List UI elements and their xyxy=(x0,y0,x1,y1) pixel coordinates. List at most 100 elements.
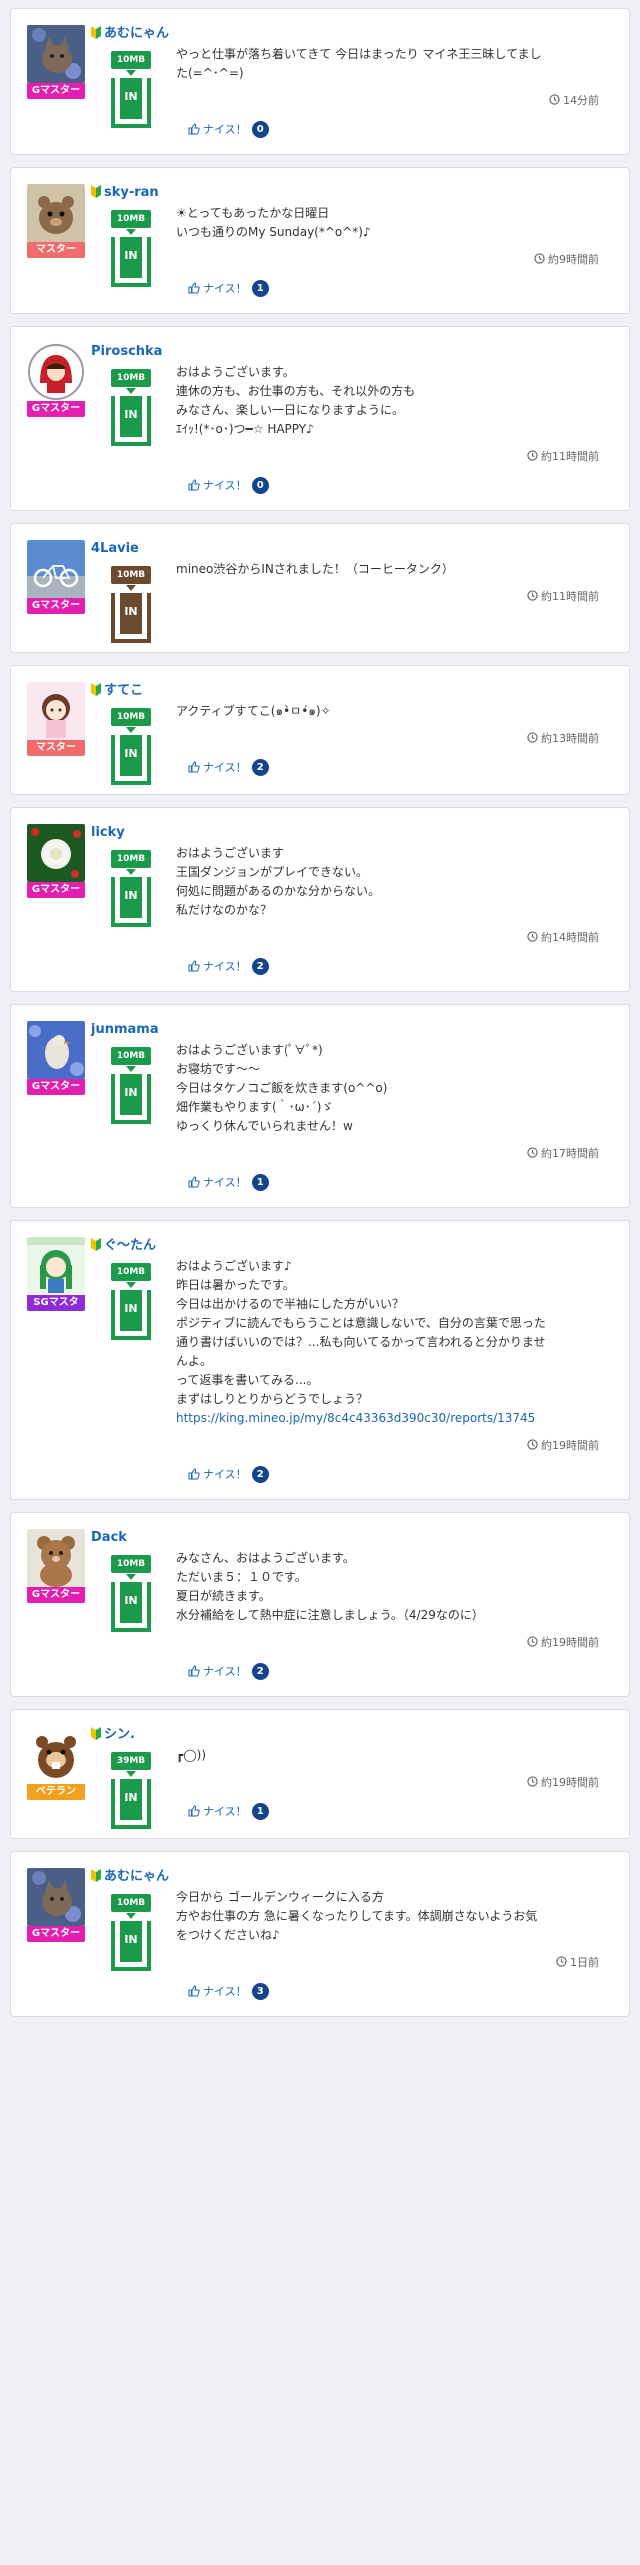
nice-button[interactable]: ナイス！ 1 xyxy=(188,1802,269,1820)
post-text-line: みなさん、楽しい一日になりますように。 xyxy=(176,403,405,417)
nice-button[interactable]: ナイス！ 2 xyxy=(188,957,269,975)
user-avatar[interactable] xyxy=(27,1237,85,1295)
post-body: やっと仕事が落ち着いてきて 今日はまったり マイネ王三昧してまし た(=^･^=)… xyxy=(176,25,599,110)
post-timestamp: 約17時間前 xyxy=(176,1144,599,1163)
username-text[interactable]: licky xyxy=(91,825,125,840)
user-avatar[interactable] xyxy=(27,824,85,882)
thumbs-up-icon xyxy=(188,1665,200,1677)
post-timestamp-text: 約19時間前 xyxy=(541,1776,599,1789)
thumbs-up-icon xyxy=(188,1985,200,1997)
post-timestamp-text: 1日前 xyxy=(570,1956,599,1969)
username-text[interactable]: すてこ xyxy=(104,683,143,698)
tank-arrow-icon xyxy=(126,1574,136,1580)
nice-button[interactable]: ナイス！ 2 xyxy=(188,1465,269,1483)
beginner-mark-icon xyxy=(91,26,101,39)
username-text[interactable]: ぐ〜たん xyxy=(104,1238,156,1253)
post-text-line: 畑作業もやります(｀･ω･´)ゞ xyxy=(176,1100,334,1114)
post-timestamp-text: 約19時間前 xyxy=(541,1439,599,1452)
user-avatar[interactable] xyxy=(27,1868,85,1926)
user-avatar[interactable] xyxy=(27,1529,85,1587)
rank-badge: Gマスター xyxy=(27,83,85,99)
username-link[interactable]: ぐ〜たん xyxy=(91,1237,156,1255)
tank-widget: 10MB IN xyxy=(111,566,151,643)
username-link[interactable]: licky xyxy=(91,824,125,842)
nice-button[interactable]: ナイス！ 1 xyxy=(188,1173,269,1191)
user-avatar[interactable] xyxy=(27,1726,85,1784)
beginner-mark-icon xyxy=(91,1869,101,1882)
username-text[interactable]: あむにゃん xyxy=(104,26,169,41)
username-link[interactable]: Piroschka xyxy=(91,343,162,361)
post-text-line: ただいま５：１０です。 xyxy=(176,1570,307,1584)
beginner-mark-icon xyxy=(91,1727,101,1740)
post-timestamp: 約19時間前 xyxy=(176,1633,599,1652)
post-body: ┏◯)) 約19時間前 xyxy=(176,1726,599,1792)
post-text-line: お寝坊です〜〜 xyxy=(176,1062,261,1076)
user-avatar[interactable] xyxy=(27,540,85,598)
username-link[interactable]: すてこ xyxy=(91,682,143,700)
tank-box: IN xyxy=(111,396,151,446)
username-link[interactable]: あむにゃん xyxy=(91,25,169,43)
username-link[interactable]: シン. xyxy=(91,1726,135,1744)
tank-arrow-icon xyxy=(126,388,136,394)
post-link[interactable]: https://king.mineo.jp/my/8c4c43363d390c3… xyxy=(176,1409,599,1428)
username-text[interactable]: Piroschka xyxy=(91,344,162,359)
nice-button[interactable]: ナイス！ 0 xyxy=(188,476,269,494)
user-avatar[interactable] xyxy=(27,343,85,401)
rank-badge: ベテラン xyxy=(27,1784,85,1800)
tank-label: IN xyxy=(120,396,142,437)
username-link[interactable]: 4Lavie xyxy=(91,540,139,558)
rank-badge: Gマスター xyxy=(27,401,85,417)
post-text-line: おはようございます。 xyxy=(176,365,295,379)
post-timestamp-text: 約19時間前 xyxy=(541,1636,599,1649)
username-text[interactable]: sky-ran xyxy=(104,185,159,200)
post-timestamp: 約19時間前 xyxy=(176,1436,599,1455)
post-text-line: ｴｲｯ!(*･o･)つ━☆ HAPPY♪ xyxy=(176,422,314,436)
nice-label: ナイス！ xyxy=(203,1665,247,1678)
tank-arrow-icon xyxy=(126,70,136,76)
nice-count: 1 xyxy=(251,1173,269,1191)
username-text[interactable]: シン. xyxy=(104,1727,135,1742)
post-text-line: ゆっくり休んでいられません！w xyxy=(176,1119,353,1133)
post-text-line: おはようございます♪ xyxy=(176,1259,292,1273)
clock-icon xyxy=(549,94,560,105)
nice-button[interactable]: ナイス！ 2 xyxy=(188,1662,269,1680)
username-link[interactable]: Dack xyxy=(91,1529,127,1547)
user-avatar[interactable] xyxy=(27,25,85,83)
username-link[interactable]: sky-ran xyxy=(91,184,159,202)
nice-button[interactable]: ナイス！ 3 xyxy=(188,1982,269,2000)
nice-button[interactable]: ナイス！ 2 xyxy=(188,758,269,776)
user-avatar[interactable] xyxy=(27,682,85,740)
post-text-line: 連休の方も、お仕事の方も、それ以外の方も xyxy=(176,384,416,398)
nice-button[interactable]: ナイス！ 1 xyxy=(188,279,269,297)
tank-amount: 10MB xyxy=(111,566,151,584)
username-text[interactable]: あむにゃん xyxy=(104,1869,169,1884)
post-card: SGマスタ ぐ〜たん 10MB IN おはようございます♪ 昨日は暑かったです。 今日は出か… xyxy=(10,1220,630,1500)
post-text-line: 私だけなのかな？ xyxy=(176,903,273,917)
clock-icon xyxy=(527,1147,538,1158)
post-timestamp: 1日前 xyxy=(176,1953,599,1972)
tank-widget: 10MB IN xyxy=(111,708,151,785)
user-avatar[interactable] xyxy=(27,184,85,242)
user-avatar[interactable] xyxy=(27,1021,85,1079)
username-link[interactable]: あむにゃん xyxy=(91,1868,169,1886)
tank-box: IN xyxy=(111,877,151,927)
nice-label: ナイス！ xyxy=(203,479,247,492)
username-text[interactable]: Dack xyxy=(91,1530,127,1545)
tank-widget: 10MB IN xyxy=(111,1555,151,1632)
tank-box: IN xyxy=(111,1582,151,1632)
nice-label: ナイス！ xyxy=(203,761,247,774)
post-text-line: をつけくださいね♪ xyxy=(176,1928,280,1942)
tank-widget: 10MB IN xyxy=(111,1894,151,1971)
username-text[interactable]: 4Lavie xyxy=(91,541,139,556)
username-link[interactable]: junmama xyxy=(91,1021,159,1039)
nice-label: ナイス！ xyxy=(203,1805,247,1818)
post-text-line: おはようございます(ﾟ∀ﾟ*) xyxy=(176,1043,323,1057)
nice-button[interactable]: ナイス！ 0 xyxy=(188,120,269,138)
tank-widget: 10MB IN xyxy=(111,850,151,927)
tank-label: IN xyxy=(120,593,142,634)
post-text-line: mineo渋谷からINされました！（コーヒータンク） xyxy=(176,562,454,576)
nice-label: ナイス！ xyxy=(203,1176,247,1189)
username-text[interactable]: junmama xyxy=(91,1022,159,1037)
clock-icon xyxy=(527,732,538,743)
nice-row: ナイス！ 0 xyxy=(188,120,599,140)
